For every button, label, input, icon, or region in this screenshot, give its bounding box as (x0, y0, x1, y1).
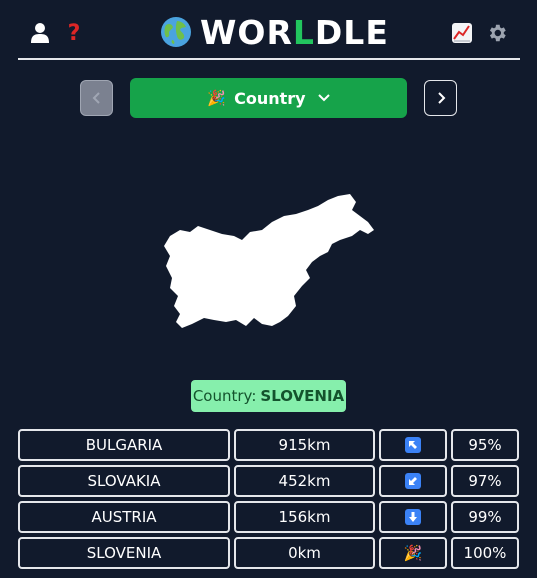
answer-country: SLOVENIA (260, 387, 345, 405)
guess-country: AUSTRIA (18, 501, 230, 533)
party-popper-icon: 🎉 (403, 544, 423, 562)
guess-row: BULGARIA 915km 95% (18, 429, 520, 461)
chevron-right-icon (437, 92, 445, 104)
guess-distance: 156km (234, 501, 375, 533)
guess-distance: 0km (234, 537, 375, 569)
logo-text-prefix: WOR (200, 12, 293, 52)
mode-label: Country (234, 88, 306, 108)
mode-dropdown-button[interactable]: 🎉 Country (130, 78, 407, 118)
guess-proximity: 99% (451, 501, 519, 533)
chevron-down-icon (317, 94, 330, 102)
previous-button[interactable] (80, 80, 113, 116)
guess-direction: 🎉 (379, 537, 447, 569)
stats-chart-icon[interactable] (449, 20, 475, 46)
guess-distance: 452km (234, 465, 375, 497)
header: ? WORLDLE (18, 8, 520, 60)
guess-country: SLOVAKIA (18, 465, 230, 497)
guess-row: SLOVENIA 0km 🎉 100% (18, 537, 520, 569)
guess-proximity: 100% (451, 537, 519, 569)
guess-row: SLOVAKIA 452km 97% (18, 465, 520, 497)
arrow-down-left-icon (405, 473, 421, 489)
guess-direction (379, 429, 447, 461)
gear-icon[interactable] (484, 20, 510, 46)
logo: WORLDLE (160, 12, 389, 52)
arrow-down-icon (405, 509, 421, 525)
guess-direction (379, 465, 447, 497)
guess-distance: 915km (234, 429, 375, 461)
next-button[interactable] (424, 80, 457, 116)
globe-icon (161, 17, 191, 47)
guess-country: SLOVENIA (18, 537, 230, 569)
logo-text: WORLDLE (200, 13, 389, 52)
logo-text-accent: L (292, 12, 315, 52)
chevron-left-icon (92, 92, 100, 104)
guess-proximity: 95% (451, 429, 519, 461)
app: ? WORLDLE 🎉 Country Country: SLOVENIA BU… (0, 0, 537, 578)
answer-badge: Country: SLOVENIA (191, 380, 346, 412)
answer-prefix: Country: (192, 387, 257, 405)
guess-country: BULGARIA (18, 429, 230, 461)
country-silhouette (164, 194, 374, 328)
guess-row: AUSTRIA 156km 99% (18, 501, 520, 533)
party-popper-icon: 🎉 (207, 89, 227, 107)
help-icon[interactable]: ? (61, 20, 87, 46)
arrow-up-left-icon (405, 437, 421, 453)
logo-text-suffix: DLE (314, 12, 389, 52)
guess-direction (379, 501, 447, 533)
user-icon[interactable] (27, 20, 53, 46)
guess-proximity: 97% (451, 465, 519, 497)
